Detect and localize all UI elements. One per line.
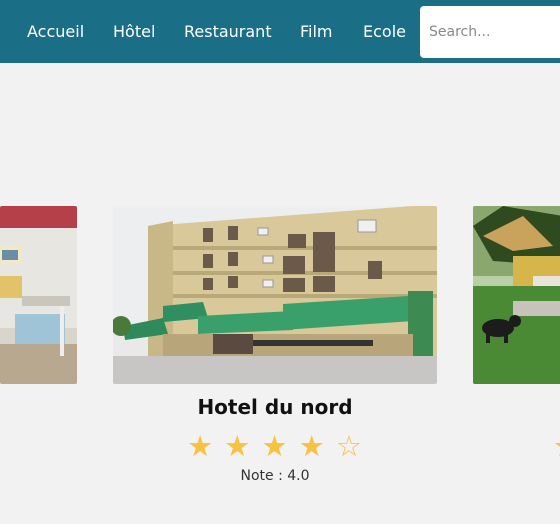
star-full-icon: ★ <box>187 429 215 463</box>
star-full-icon: ★ <box>298 429 326 463</box>
nav-link-ecole[interactable]: Ecole <box>363 21 406 43</box>
resort-garden-image <box>473 206 560 384</box>
nav-link-restaurant[interactable]: Restaurant <box>184 21 272 43</box>
star-empty-icon: ☆ <box>335 429 363 463</box>
navbar: Accueil Hôtel Restaurant Film Ecole <box>0 0 560 63</box>
carousel-current-image[interactable] <box>113 206 437 384</box>
star-full-icon: ★ <box>261 429 289 463</box>
next-card-star-icon: ★ <box>553 428 560 464</box>
star-rating: ★ ★ ★ ★ ☆ <box>113 428 437 464</box>
nav-link-hotel[interactable]: Hôtel <box>113 21 155 43</box>
nav-link-film[interactable]: Film <box>300 21 333 43</box>
hotel-du-nord-photo <box>113 206 437 384</box>
hotel-building-image <box>0 206 77 384</box>
carousel-next-image[interactable] <box>473 206 560 384</box>
rating-label: Note : 4.0 <box>240 468 310 484</box>
hotel-name: Hotel du nord <box>197 395 353 419</box>
carousel-prev-image[interactable] <box>0 206 77 384</box>
nav-link-accueil[interactable]: Accueil <box>27 21 84 43</box>
star-full-icon: ★ <box>224 429 252 463</box>
search-input[interactable] <box>420 6 560 58</box>
